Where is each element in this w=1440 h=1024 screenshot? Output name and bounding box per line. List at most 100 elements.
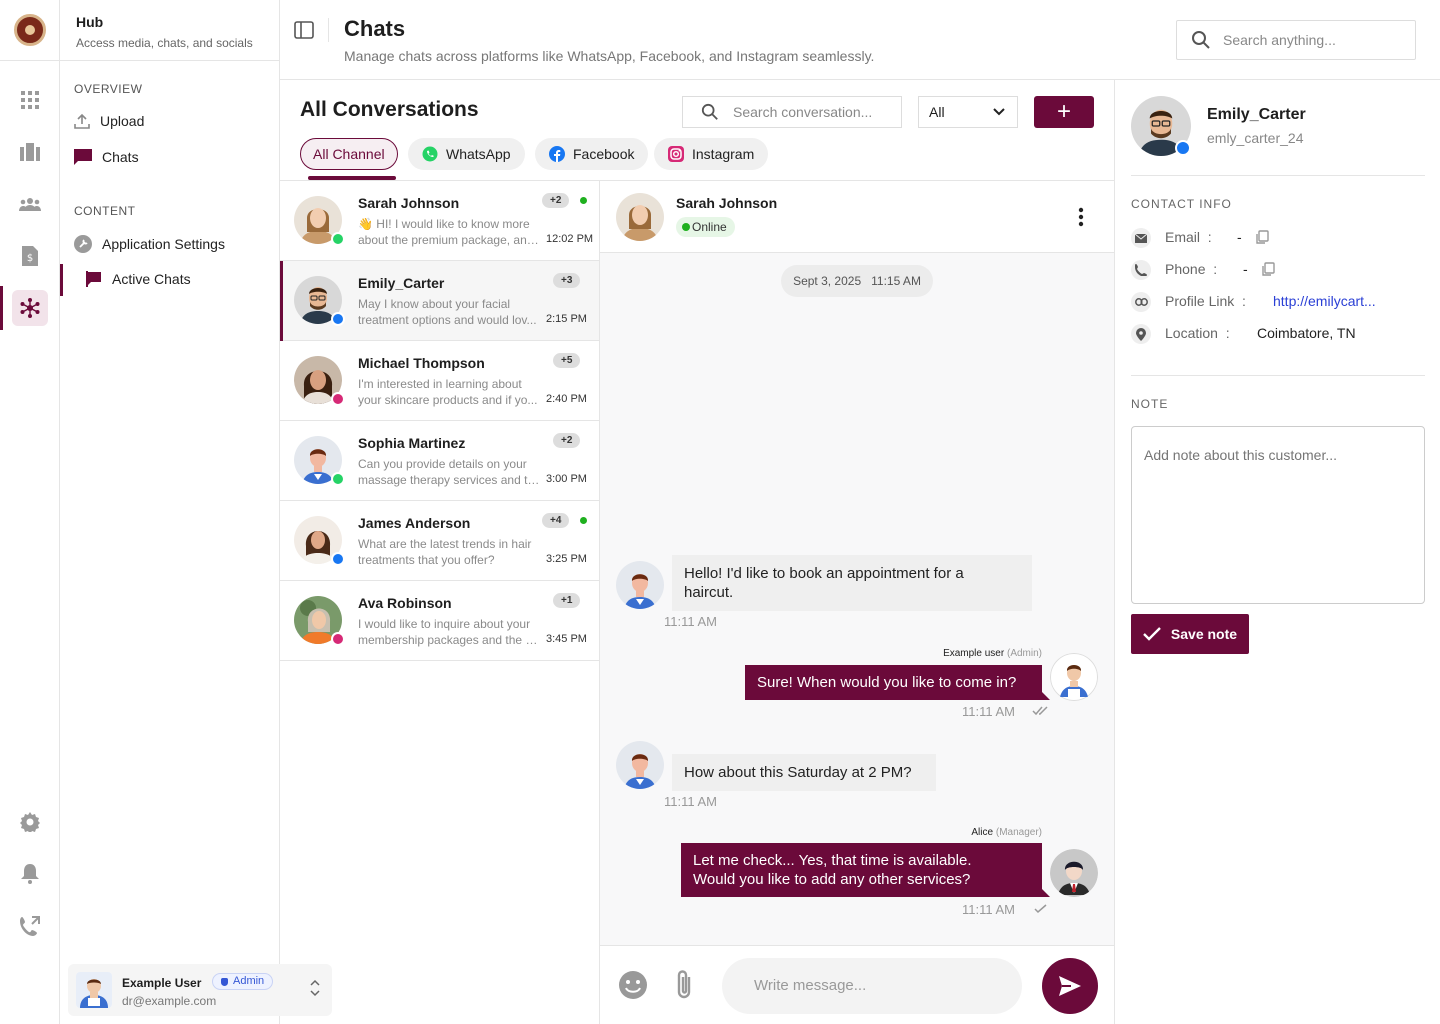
location-pin-icon bbox=[1131, 324, 1151, 344]
conversation-row[interactable]: Emily_Carter May I know about your facia… bbox=[280, 261, 599, 341]
phone-forward-icon[interactable] bbox=[12, 908, 48, 944]
mail-icon bbox=[1131, 228, 1151, 248]
hub-subtitle: Access media, chats, and socials bbox=[76, 36, 253, 50]
briefcase-icon[interactable] bbox=[12, 134, 48, 170]
contact-name: Emily_Carter bbox=[1207, 106, 1306, 123]
contact-name: Michael Thompson bbox=[358, 355, 485, 371]
phone-icon bbox=[1131, 260, 1151, 280]
unread-count-badge: +2 bbox=[553, 433, 581, 448]
send-icon bbox=[1059, 976, 1081, 996]
instagram-icon bbox=[668, 146, 684, 162]
conversation-row[interactable]: Sophia Martinez Can you provide details … bbox=[280, 421, 599, 501]
nav-item-chats[interactable]: Chats bbox=[74, 149, 139, 165]
page-header: Chats Manage chats across platforms like… bbox=[280, 0, 1440, 80]
message-time: 11:11 AM bbox=[664, 794, 717, 809]
profile-link-label: Profile Link : bbox=[1165, 293, 1246, 309]
search-placeholder: Search anything... bbox=[1223, 32, 1336, 48]
conversation-row[interactable]: James Anderson What are the latest trend… bbox=[280, 501, 599, 581]
brand-logo[interactable] bbox=[14, 14, 46, 46]
channel-chip-all[interactable]: All Channel bbox=[300, 138, 398, 170]
nav-panel: Hub Access media, chats, and socials OVE… bbox=[60, 0, 332, 1024]
channel-chip-whatsapp[interactable]: WhatsApp bbox=[408, 138, 525, 170]
copy-icon[interactable] bbox=[1261, 262, 1275, 276]
user-name: Example User bbox=[122, 976, 202, 990]
filter-select[interactable]: All bbox=[918, 96, 1018, 128]
team-icon[interactable] bbox=[12, 186, 48, 222]
conversation-row[interactable]: Ava Robinson I would like to inquire abo… bbox=[280, 581, 599, 661]
note-title: NOTE bbox=[1131, 397, 1169, 411]
conversations-title: All Conversations bbox=[300, 98, 479, 121]
emoji-icon[interactable] bbox=[618, 970, 648, 1000]
channel-chip-facebook[interactable]: Facebook bbox=[535, 138, 649, 170]
check-icon bbox=[1143, 627, 1161, 641]
contact-handle: emly_carter_24 bbox=[1207, 130, 1304, 146]
conversation-search-input[interactable]: Search conversation... bbox=[682, 96, 902, 128]
message-time: 11:11 AM bbox=[664, 614, 717, 629]
unread-count-badge: +4 bbox=[542, 513, 570, 528]
unread-count-badge: +3 bbox=[553, 273, 581, 288]
contact-panel: Emily_Carter emly_carter_24 CONTACT INFO… bbox=[1114, 80, 1440, 1024]
bell-icon[interactable] bbox=[12, 856, 48, 892]
conversation-row[interactable]: Sarah Johnson 👋 HI! I would like to know… bbox=[280, 181, 599, 261]
global-search-input[interactable]: Search anything... bbox=[1176, 20, 1416, 60]
add-conversation-button[interactable]: + bbox=[1034, 96, 1094, 128]
chip-label: WhatsApp bbox=[446, 146, 511, 162]
nav-item-label: Chats bbox=[102, 149, 139, 165]
location-value: Coimbatore, TN bbox=[1257, 325, 1356, 341]
message-bubble-incoming: Hello! I'd like to book an appointment f… bbox=[672, 555, 1032, 611]
date-separator: Sept 3, 2025 11:15 AM bbox=[781, 265, 933, 297]
send-button[interactable] bbox=[1042, 958, 1098, 1014]
profile-link[interactable]: http://emilycart... bbox=[1273, 293, 1376, 309]
chip-label: All Channel bbox=[313, 146, 385, 162]
online-dot bbox=[580, 517, 587, 524]
contact-name: Ava Robinson bbox=[358, 595, 452, 611]
link-icon bbox=[1131, 292, 1151, 312]
nav-item-active-chats[interactable]: Active Chats bbox=[86, 271, 191, 287]
attachment-icon[interactable] bbox=[672, 968, 698, 1002]
nav-item-label: Application Settings bbox=[102, 236, 225, 252]
page-subtitle: Manage chats across platforms like Whats… bbox=[344, 48, 875, 64]
nav-item-application-settings[interactable]: Application Settings bbox=[74, 235, 225, 253]
whatsapp-icon bbox=[331, 472, 345, 486]
active-indicator bbox=[0, 286, 3, 330]
message-time: 11:11 AM bbox=[962, 902, 1015, 917]
message-time: 3:00 PM bbox=[546, 473, 587, 485]
nav-item-label: Upload bbox=[100, 113, 145, 129]
nav-item-upload[interactable]: Upload bbox=[74, 113, 144, 129]
sidebar-toggle-icon[interactable] bbox=[294, 20, 314, 40]
message-preview: 👋 HI! I would like to know more about the… bbox=[358, 217, 542, 247]
avatar bbox=[616, 193, 664, 241]
status-badge: Online bbox=[676, 217, 735, 237]
check-icon bbox=[1034, 904, 1047, 914]
dashboard-grid-icon[interactable] bbox=[12, 82, 48, 118]
page-title: Chats bbox=[344, 16, 406, 41]
unread-count-badge: +1 bbox=[553, 593, 581, 608]
avatar bbox=[1050, 849, 1098, 897]
facebook-icon bbox=[331, 552, 345, 566]
gear-icon[interactable] bbox=[12, 804, 48, 840]
message-preview: May I know about your facial treatment op… bbox=[358, 297, 537, 327]
chat-header: Sarah Johnson Online bbox=[600, 181, 1114, 253]
message-preview: What are the latest trends in hair treatm… bbox=[358, 537, 532, 567]
message-time: 12:02 PM bbox=[546, 233, 594, 245]
more-options-icon[interactable] bbox=[1078, 207, 1084, 227]
phone-label: Phone : bbox=[1165, 261, 1218, 277]
unread-count-badge: +2 bbox=[542, 193, 570, 208]
hub-network-icon[interactable] bbox=[12, 290, 48, 326]
message-input[interactable]: Write message... bbox=[722, 958, 1022, 1014]
contact-name: Sarah Johnson bbox=[358, 195, 460, 211]
message-sender: Alice (Manager) bbox=[971, 827, 1042, 838]
instagram-icon bbox=[331, 392, 345, 406]
message-time: 2:40 PM bbox=[546, 393, 587, 405]
divider bbox=[328, 18, 329, 42]
email-label: Email : bbox=[1165, 229, 1212, 245]
invoice-icon[interactable]: $ bbox=[12, 238, 48, 274]
copy-icon[interactable] bbox=[1255, 230, 1269, 244]
message-time: 3:45 PM bbox=[546, 633, 587, 645]
search-placeholder: Search conversation... bbox=[733, 104, 873, 120]
note-textarea[interactable] bbox=[1131, 426, 1425, 604]
save-note-button[interactable]: Save note bbox=[1131, 614, 1249, 654]
channel-chip-instagram[interactable]: Instagram bbox=[654, 138, 769, 170]
contact-name: James Anderson bbox=[358, 515, 471, 531]
conversation-row[interactable]: Michael Thompson I'm interested in learn… bbox=[280, 341, 599, 421]
